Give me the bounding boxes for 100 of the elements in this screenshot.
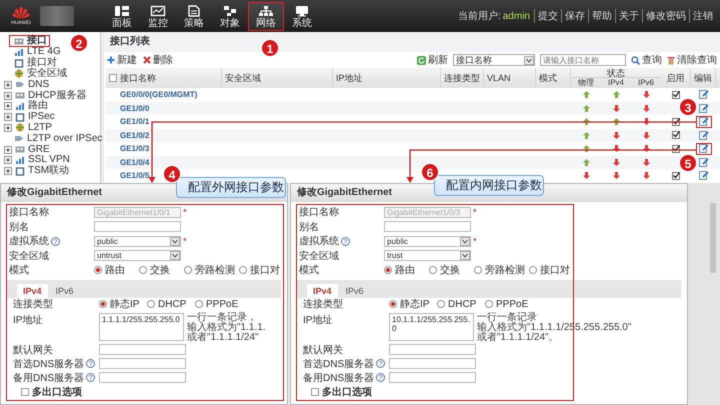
radio-option[interactable]: 交换 <box>429 263 474 278</box>
table-row[interactable]: GE1/0/2 <box>106 128 720 142</box>
text-field[interactable] <box>389 372 476 383</box>
checkbox[interactable] <box>311 388 319 396</box>
radio-option[interactable]: 旁路检测 <box>474 263 529 278</box>
filter-dropdown[interactable]: 接口名称 <box>453 54 535 66</box>
sidebar-item[interactable]: 接口 <box>9 35 50 47</box>
expand-icon[interactable] <box>4 80 12 89</box>
expand-icon[interactable] <box>4 146 12 154</box>
text-field[interactable] <box>99 358 186 369</box>
header-link[interactable]: 注销 <box>689 9 716 23</box>
interface-link[interactable]: GE0/0/0(GE0/MGMT) <box>120 90 198 100</box>
sidebar-item[interactable]: DHCP服务器 <box>4 90 88 101</box>
scrollbar[interactable] <box>710 203 716 273</box>
nav-item[interactable]: 面板 <box>104 2 140 31</box>
text-field[interactable] <box>384 221 471 232</box>
tab[interactable]: IPv4 <box>307 284 338 298</box>
radio-option[interactable]: 交换 <box>139 263 184 278</box>
expand-icon[interactable] <box>4 92 12 100</box>
dropdown[interactable]: public <box>384 236 471 247</box>
radio-button[interactable] <box>184 266 192 274</box>
tab[interactable]: IPv6 <box>340 284 370 298</box>
delete-button[interactable]: 删除 <box>143 53 173 67</box>
sidebar-item[interactable]: L2TP over IPSec <box>14 133 104 144</box>
nav-item[interactable]: 监控 <box>140 2 176 31</box>
radio-option[interactable]: 旁路检测 <box>184 263 239 278</box>
radio-button[interactable] <box>437 300 445 308</box>
nav-item[interactable]: 网络 <box>248 2 284 31</box>
nav-item[interactable]: 对象 <box>212 2 248 31</box>
radio-button[interactable] <box>389 300 397 308</box>
interface-link[interactable]: GE1/0/3 <box>120 144 150 154</box>
radio-button[interactable] <box>529 266 537 274</box>
radio-button[interactable] <box>474 266 482 274</box>
radio-option[interactable]: 接口对 <box>239 263 280 278</box>
radio-option[interactable]: DHCP <box>147 298 195 310</box>
sidebar-item[interactable]: SSL VPN <box>4 154 72 166</box>
radio-option[interactable]: 静态IP <box>99 297 147 311</box>
sidebar-item[interactable]: 路由 <box>4 100 50 112</box>
tab[interactable]: IPv6 <box>50 284 80 298</box>
radio-button[interactable] <box>139 266 147 274</box>
header-link[interactable]: 修改密码 <box>642 9 689 23</box>
radio-option[interactable]: DHCP <box>437 298 485 310</box>
checkbox[interactable] <box>109 74 117 82</box>
interface-link[interactable]: GE1/0/5 <box>120 171 150 180</box>
check-icon[interactable] <box>672 90 680 99</box>
sidebar-item[interactable]: LTE 4G <box>14 47 63 58</box>
checkbox[interactable] <box>21 388 29 396</box>
text-field[interactable] <box>94 221 181 232</box>
radio-button[interactable] <box>429 266 437 274</box>
text-field[interactable] <box>99 372 186 383</box>
nav-item[interactable]: 系统 <box>284 2 320 31</box>
search-field[interactable]: 请输入接口名称 <box>540 54 626 66</box>
sidebar-item[interactable]: DNS <box>4 79 52 90</box>
edit-button[interactable] <box>696 116 712 128</box>
sidebar-item[interactable]: 接口对 <box>14 58 59 69</box>
clear-search-button[interactable]: 清除查询 <box>667 53 717 67</box>
dropdown[interactable]: trust <box>384 250 471 262</box>
dropdown[interactable]: untrust <box>94 250 181 262</box>
ip-address-field[interactable]: 1.1.1.1/255.255.255.0 <box>99 312 184 340</box>
text-field[interactable] <box>389 344 476 355</box>
expand-icon[interactable] <box>4 102 12 110</box>
check-icon[interactable] <box>672 172 680 180</box>
nav-item[interactable]: 策略 <box>176 2 212 31</box>
header-link[interactable]: 保存 <box>561 9 588 23</box>
sidebar-item[interactable]: IPSec <box>4 112 57 123</box>
radio-option[interactable]: 接口对 <box>529 263 570 278</box>
interface-link[interactable]: GE1/0/1 <box>120 117 150 126</box>
new-button[interactable]: 新建 <box>107 53 137 67</box>
header-link[interactable]: 关于 <box>615 9 642 23</box>
expand-icon[interactable] <box>4 156 12 164</box>
radio-option[interactable]: 路由 <box>94 263 139 278</box>
text-field[interactable] <box>389 358 476 369</box>
sidebar-item[interactable]: TSM联动 <box>4 166 72 177</box>
expand-icon[interactable] <box>4 124 12 132</box>
dropdown[interactable]: public <box>94 236 181 247</box>
radio-button[interactable] <box>147 300 155 308</box>
radio-button[interactable] <box>99 300 107 308</box>
refresh-button[interactable]: 刷新 <box>417 53 448 67</box>
expand-icon[interactable] <box>4 167 12 176</box>
sidebar-item[interactable]: GRE <box>4 144 52 155</box>
ip-address-field[interactable]: 10.1.1.1/255.255.255.0 <box>389 312 474 340</box>
radio-option[interactable]: 路由 <box>384 263 429 278</box>
text-field[interactable] <box>99 344 186 355</box>
radio-button[interactable] <box>485 300 493 308</box>
radio-button[interactable] <box>239 266 247 274</box>
interface-link[interactable]: GE1/0/2 <box>120 130 150 140</box>
radio-button[interactable] <box>384 266 392 274</box>
interface-link[interactable]: GE1/0/0 <box>120 104 150 113</box>
sidebar-item[interactable]: 安全区域 <box>14 68 69 80</box>
radio-option[interactable]: 静态IP <box>389 297 437 311</box>
header-link[interactable]: 提交 <box>534 9 561 23</box>
sidebar-item[interactable]: L2TP <box>4 122 54 134</box>
header-link[interactable]: 帮助 <box>588 9 615 23</box>
radio-option[interactable]: PPPoE <box>195 298 238 310</box>
expand-icon[interactable] <box>4 113 12 122</box>
tab[interactable]: IPv4 <box>17 284 48 298</box>
search-button[interactable]: 查询 <box>631 53 662 67</box>
edit-button[interactable] <box>696 142 712 155</box>
radio-button[interactable] <box>94 266 102 274</box>
radio-option[interactable]: PPPoE <box>485 298 528 310</box>
